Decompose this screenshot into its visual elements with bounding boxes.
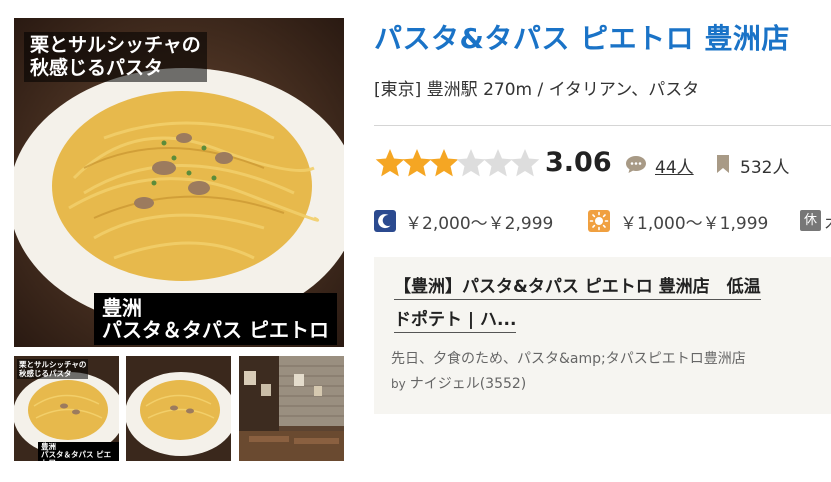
thumbnail-image xyxy=(126,356,231,461)
review-title-line2: ドポテト | ハ... xyxy=(394,310,517,333)
bookmark-icon xyxy=(717,155,729,173)
review-author-name[interactable]: ナイジェル(3552) xyxy=(410,376,527,392)
photo-caption-top: 栗とサルシッチャの 秋感じるパスタ xyxy=(24,32,207,82)
review-title[interactable]: 【豊洲】パスタ&タパス ピエトロ 豊洲店 低温 ドポテト | ハ... xyxy=(394,271,831,337)
review-title-line1: 【豊洲】パスタ&タパス ピエトロ 豊洲店 低温 xyxy=(394,277,761,300)
review-card[interactable]: 【豊洲】パスタ&タパス ピエトロ 豊洲店 低温 ドポテト | ハ... 先日、夕… xyxy=(374,257,831,414)
review-author: by ナイジェル(3552) xyxy=(391,373,526,393)
speech-bubble-icon xyxy=(626,156,646,173)
thumbnail-caption-top: 栗とサルシッチャの 秋感じるパスタ xyxy=(17,359,89,379)
holiday-text: 木 xyxy=(825,209,831,234)
restaurant-name[interactable]: パスタ&タパス ピエトロ 豊洲店 xyxy=(374,17,790,57)
lunch-budget: ￥1,000～￥1,999 xyxy=(620,214,769,234)
main-photo[interactable]: 栗とサルシッチャの 秋感じるパスタ 豊洲 パスタ＆タパス ピエトロ xyxy=(14,18,344,347)
thumbnail-3[interactable] xyxy=(239,356,344,461)
thumbnail-1[interactable]: 栗とサルシッチャの 秋感じるパスタ 豊洲 パスタ＆タパス ピエトロ xyxy=(14,356,119,461)
thumbnail-caption-bottom: 豊洲 パスタ＆タパス ピエトロ xyxy=(38,442,119,461)
thumbnail-2[interactable] xyxy=(126,356,231,461)
holiday-badge: 休 xyxy=(800,210,821,231)
photo-caption-bottom: 豊洲 パスタ＆タパス ピエトロ xyxy=(94,293,337,345)
interior-photo-image xyxy=(239,356,344,461)
saves-count: 532人 xyxy=(740,158,790,178)
review-snippet: 先日、夕食のため、パスタ&amp;タパスピエトロ豊洲店 xyxy=(391,351,746,367)
moon-icon xyxy=(374,210,396,232)
review-by-label: by xyxy=(391,377,406,391)
divider xyxy=(374,125,831,126)
star-icon xyxy=(510,149,540,177)
dinner-budget: ￥2,000～￥2,999 xyxy=(405,214,554,234)
reviews-count-link[interactable]: 44人 xyxy=(655,153,694,178)
area-genre: [東京] 豊洲駅 270m / イタリアン、パスタ xyxy=(374,80,700,100)
sun-icon xyxy=(588,210,610,232)
rating-score: 3.06 xyxy=(545,147,612,178)
